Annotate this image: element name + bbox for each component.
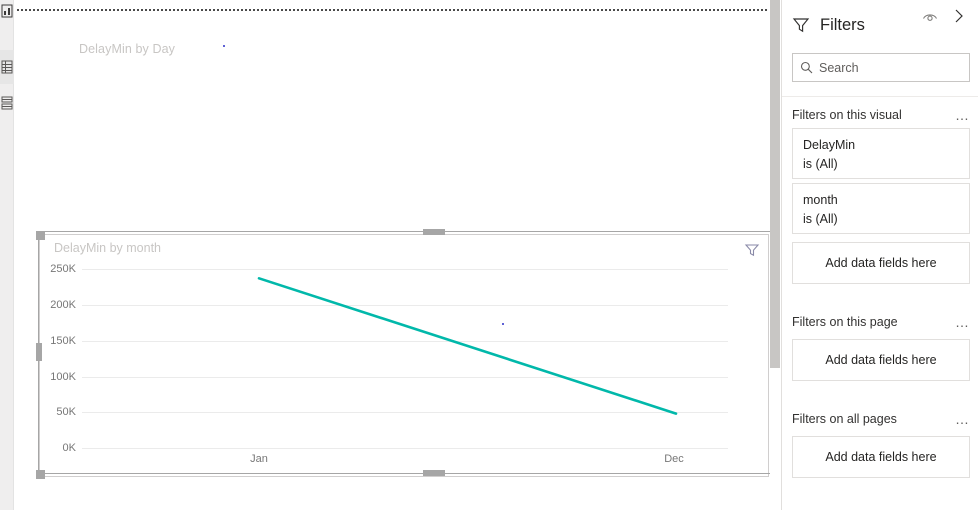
report-canvas[interactable]: DelayMin by Day DelayMin by month 250K 2… <box>15 0 770 510</box>
model-view-icon <box>1 96 13 110</box>
search-placeholder-text: Search <box>819 60 859 75</box>
dropzone-filters-on-this-visual[interactable]: Add data fields here <box>792 242 970 284</box>
line-series-svg <box>257 276 678 415</box>
section-title: Filters on this visual <box>792 108 902 122</box>
selection-border-left-lower <box>38 361 39 470</box>
data-point-marker <box>502 323 504 325</box>
filter-card-delaymin[interactable]: DelayMin is (All) <box>792 128 970 179</box>
filter-card-field-name: month <box>803 193 838 207</box>
sidebar-item-report-view[interactable] <box>0 0 14 28</box>
resize-handle-top-center[interactable] <box>423 229 445 235</box>
visual-delaymin-by-month[interactable]: DelayMin by month 250K 200K 150K 100K 50… <box>39 234 769 477</box>
line-chart-plot-area: 250K 200K 150K 100K 50K 0K Jan Dec <box>40 235 770 478</box>
filters-pane-title: Filters <box>820 15 865 34</box>
section-header-filters-on-this-page: Filters on this page … <box>792 313 970 331</box>
section-more-options-button[interactable]: … <box>955 315 970 329</box>
page-boundary-dotted-line <box>17 9 767 11</box>
visual-delaymin-by-day[interactable]: DelayMin by Day <box>17 12 769 232</box>
report-view-icon <box>1 4 13 18</box>
canvas-vertical-scrollbar[interactable] <box>770 0 780 510</box>
sidebar-item-model-view[interactable] <box>0 86 14 120</box>
selection-border-top-right <box>445 231 770 232</box>
line-series-delaymin[interactable] <box>257 276 678 415</box>
data-view-icon <box>1 60 13 74</box>
resize-handle-top-left[interactable] <box>36 231 45 240</box>
selection-border-bottom <box>45 473 423 474</box>
powerbi-report-editor: DelayMin by Day DelayMin by month 250K 2… <box>0 0 978 510</box>
section-header-filters-on-all-pages: Filters on all pages … <box>792 410 970 428</box>
section-more-options-button[interactable]: … <box>955 108 970 122</box>
section-title: Filters on all pages <box>792 412 897 426</box>
left-view-rail <box>0 0 14 510</box>
visual-title-delaymin-by-day: DelayMin by Day <box>79 42 175 56</box>
filter-card-field-name: DelayMin <box>803 138 856 152</box>
eye-icon[interactable] <box>922 9 938 25</box>
dropzone-filters-on-this-page[interactable]: Add data fields here <box>792 339 970 381</box>
selection-border-top <box>45 231 423 232</box>
canvas-scrollbar-thumb[interactable] <box>770 0 780 368</box>
chevron-right-icon[interactable] <box>950 7 968 25</box>
resize-handle-bottom-center[interactable] <box>423 470 445 476</box>
data-point-marker <box>223 45 225 47</box>
resize-handle-bottom-left[interactable] <box>36 470 45 479</box>
section-header-filters-on-this-visual: Filters on this visual … <box>792 106 970 124</box>
filters-pane: Filters Search Filters on this visual … <box>781 0 978 510</box>
section-title: Filters on this page <box>792 315 898 329</box>
filter-card-condition: is (All) <box>803 212 838 226</box>
selection-border-bottom-right <box>445 473 770 474</box>
search-icon <box>793 61 819 74</box>
sidebar-item-data-view[interactable] <box>0 50 14 84</box>
filter-card-month[interactable]: month is (All) <box>792 183 970 234</box>
selection-border-left-upper <box>38 240 39 343</box>
resize-handle-middle-left[interactable] <box>36 343 42 361</box>
funnel-icon <box>792 18 810 33</box>
filters-pane-divider <box>782 96 978 97</box>
section-more-options-button[interactable]: … <box>955 412 970 426</box>
filters-pane-header: Filters <box>782 8 978 42</box>
filter-card-condition: is (All) <box>803 157 838 171</box>
dropzone-filters-on-all-pages[interactable]: Add data fields here <box>792 436 970 478</box>
search-input[interactable]: Search <box>792 53 970 82</box>
